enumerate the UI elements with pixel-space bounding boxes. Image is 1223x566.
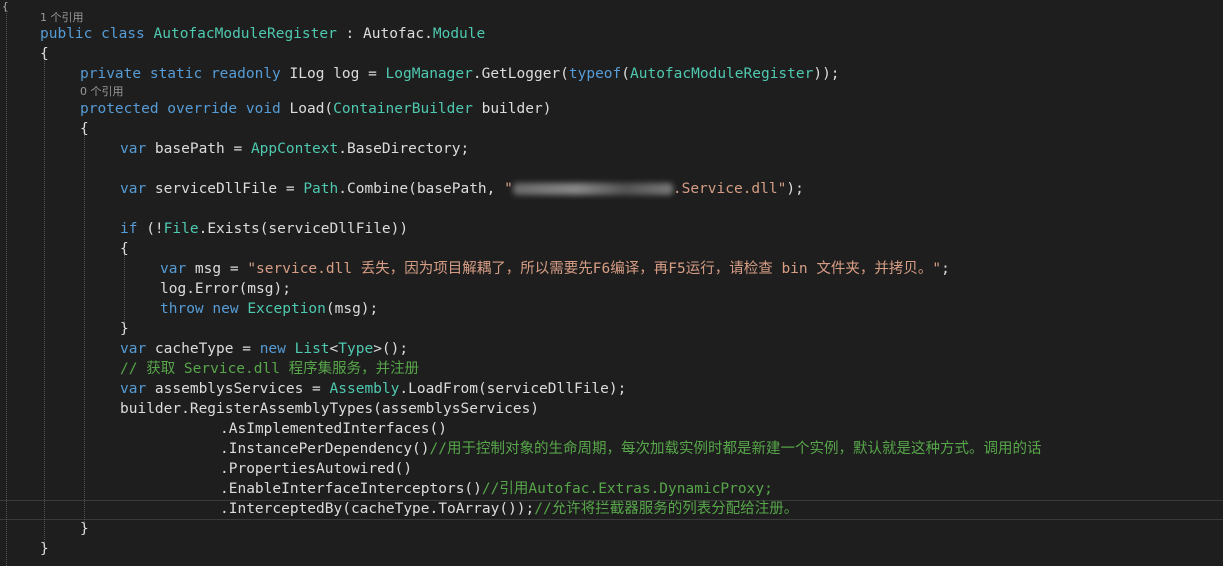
code-line-close-brace: } [40, 541, 49, 557]
token: ContainerBuilder [333, 101, 473, 117]
token: msg = [194, 261, 248, 277]
token: protected override void [80, 101, 290, 117]
token: ( [621, 66, 631, 82]
token: .InstancePerDependency() [220, 441, 430, 457]
code-line-msg: var msg = "service.dll 丢失，因为项目解耦了，所以需要先F… [160, 259, 950, 279]
token: Assembly [329, 381, 400, 397]
token: AppContext [250, 141, 339, 157]
token: (msg); [325, 301, 379, 317]
token: "service.dll 丢失，因为项目解耦了，所以需要先F6编译，再F5运行，… [247, 261, 942, 277]
code-line-enable-interceptors: .EnableInterfaceInterceptors()//引用Autofa… [220, 479, 773, 499]
token: var [120, 341, 155, 357]
token: Module [432, 26, 486, 42]
token: throw new [160, 301, 248, 317]
token: //允许将拦截器服务的列表分配给注册。 [534, 501, 799, 517]
code-line-log-error: log.Error(msg); [160, 279, 291, 299]
token: .BaseDirectory; [338, 141, 470, 157]
indent-guide [44, 50, 45, 542]
token: ILog log = [289, 66, 386, 82]
token: File [163, 221, 199, 237]
token: .Service.dll" [672, 181, 787, 197]
token: public class [40, 26, 154, 42]
code-line-as-interfaces: .AsImplementedInterfaces() [220, 421, 447, 437]
token: cacheType = [154, 341, 260, 357]
code-line-load-decl: protected override void Load(ContainerBu… [80, 99, 551, 119]
token: //用于控制对象的生命周期，每次加载实例时都是新建一个实例，默认就是这种方式。调… [429, 441, 1042, 457]
token: builder) [472, 101, 552, 117]
token: List [294, 341, 330, 357]
token: var [160, 261, 195, 277]
redacted-text [512, 183, 673, 195]
token: var [120, 181, 155, 197]
code-line-class-decl: public class AutofacModuleRegister : Aut… [40, 24, 485, 44]
token: (msg); [238, 281, 291, 297]
code-line-open-brace: { [120, 241, 129, 257]
token: >(); [373, 341, 409, 357]
indent-guide [6, 10, 7, 566]
token: ; [941, 261, 950, 277]
token: .Combine(basePath, [338, 181, 505, 197]
code-line-throw: throw new Exception(msg); [160, 299, 378, 319]
code-line-cachetype: var cacheType = new List<Type>(); [120, 339, 408, 359]
token: .EnableInterfaceInterceptors() [220, 481, 482, 497]
code-line-logger: private static readonly ILog log = LogMa… [80, 64, 840, 84]
token: log. [160, 281, 195, 297]
codelens-load-references[interactable]: 0 个引用 [80, 85, 124, 99]
token: if [120, 221, 147, 237]
code-editor[interactable]: { 1 个引用 public class AutofacModuleRegist… [0, 0, 1223, 566]
token: .InterceptedBy(cacheType.ToArray()); [220, 501, 535, 517]
token: var [120, 141, 155, 157]
code-line-comment: // 获取 Service.dll 程序集服务，并注册 [120, 361, 420, 377]
token: < [329, 341, 339, 357]
token: assemblysServices = [154, 381, 330, 397]
code-line-close-brace: } [80, 521, 89, 537]
token: (! [146, 221, 164, 237]
code-line-register: builder.RegisterAssemblyTypes(assemblysS… [120, 401, 540, 417]
code-line-intercepted-by: .InterceptedBy(cacheType.ToArray());//允许… [220, 499, 798, 519]
token: Type [338, 341, 374, 357]
token: basePath = [154, 141, 251, 157]
token: Load( [289, 101, 334, 117]
token: : Autofac. [336, 26, 433, 42]
token: .LoadFrom(serviceDllFile); [399, 381, 627, 397]
code-line-close-brace: } [120, 321, 129, 337]
token: .GetLogger( [472, 66, 569, 82]
code-line-instance-per-dependency: .InstancePerDependency()//用于控制对象的生命周期，每次… [220, 439, 1041, 459]
token: //引用Autofac.Extras.DynamicProxy; [481, 481, 773, 497]
code-line-if: if (!File.Exists(serviceDllFile)) [120, 219, 408, 239]
code-line-open-brace: { [80, 121, 89, 137]
token: LogManager [385, 66, 473, 82]
token: new [259, 341, 295, 357]
token: Path [303, 181, 339, 197]
indent-guide [84, 130, 85, 522]
indent-guide [124, 250, 125, 322]
code-line-basepath: var basePath = AppContext.BaseDirectory; [120, 139, 469, 159]
token: )); [813, 66, 840, 82]
token: AutofacModuleRegister [153, 26, 337, 42]
token: .Exists(serviceDllFile)) [198, 221, 409, 237]
token: private static readonly [80, 66, 290, 82]
token: " [504, 181, 513, 197]
token: Exception [247, 301, 326, 317]
codelens-class-references[interactable]: 1 个引用 [40, 11, 84, 25]
token: ); [786, 181, 804, 197]
token: serviceDllFile = [154, 181, 304, 197]
code-line-open-brace: { [40, 46, 49, 62]
token: typeof [568, 66, 622, 82]
token: var [120, 381, 155, 397]
token: AutofacModuleRegister [630, 66, 814, 82]
code-line-properties-autowired: .PropertiesAutowired() [220, 461, 413, 477]
token: Error [194, 281, 239, 297]
code-line-assembly: var assemblysServices = Assembly.LoadFro… [120, 379, 626, 399]
code-line-service-dll: var serviceDllFile = Path.Combine(basePa… [120, 179, 804, 199]
